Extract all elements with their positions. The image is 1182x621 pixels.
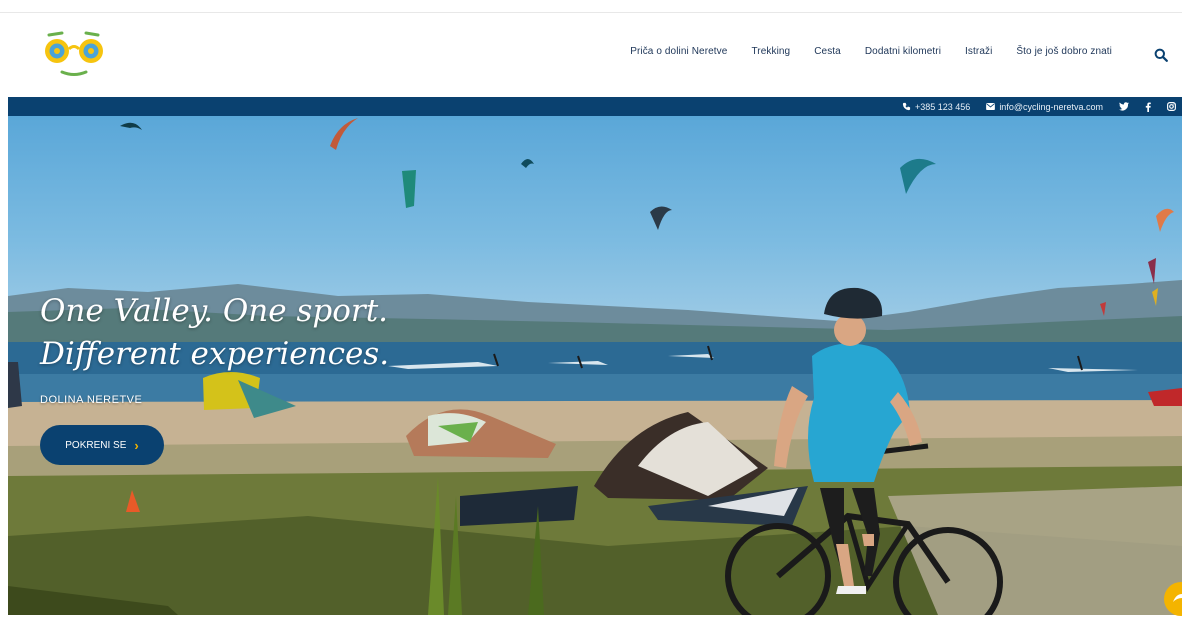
phone-icon bbox=[902, 102, 911, 111]
nav-item-cesta[interactable]: Cesta bbox=[814, 46, 841, 57]
accessibility-icon[interactable] bbox=[1164, 582, 1182, 616]
headline-line-1: One Valley. One sport. bbox=[40, 293, 389, 329]
chevron-right-icon: › bbox=[134, 437, 139, 453]
phone-number: +385 123 456 bbox=[915, 101, 971, 112]
instagram-icon[interactable] bbox=[1167, 102, 1176, 111]
envelope-icon bbox=[986, 103, 996, 110]
nav-item-trekking[interactable]: Trekking bbox=[751, 46, 790, 57]
nav-item-istrazi[interactable]: Istraži bbox=[965, 46, 992, 57]
nav-item-prica[interactable]: Priča o dolini Neretve bbox=[630, 46, 727, 57]
site-logo[interactable] bbox=[40, 27, 114, 81]
email-address: info@cycling-neretva.com bbox=[999, 101, 1103, 112]
main-navigation: Priča o dolini Neretve Trekking Cesta Do… bbox=[606, 46, 1112, 57]
headline-line-2: Different experiences. bbox=[40, 336, 390, 372]
site-header: Priča o dolini Neretve Trekking Cesta Do… bbox=[0, 13, 1182, 97]
hero-banner: One Valley. One sport. Different experie… bbox=[8, 116, 1182, 615]
nav-item-dodatni-kilometri[interactable]: Dodatni kilometri bbox=[865, 46, 941, 57]
hero-headline: One Valley. One sport. Different experie… bbox=[40, 290, 389, 376]
phone-link[interactable]: +385 123 456 bbox=[902, 102, 970, 112]
email-link[interactable]: info@cycling-neretva.com bbox=[986, 102, 1103, 112]
hero-subtitle: DOLINA NERETVE bbox=[40, 394, 143, 406]
start-button-label: POKRENI SE bbox=[65, 439, 127, 451]
search-icon[interactable] bbox=[1154, 48, 1170, 64]
facebook-icon[interactable] bbox=[1145, 102, 1151, 112]
contact-bar: +385 123 456 info@cycling-neretva.com bbox=[8, 97, 1182, 116]
start-button[interactable]: POKRENI SE › bbox=[40, 425, 164, 465]
twitter-icon[interactable] bbox=[1119, 102, 1129, 111]
nav-item-sto-je-jos[interactable]: Što je još dobro znati bbox=[1016, 46, 1112, 57]
